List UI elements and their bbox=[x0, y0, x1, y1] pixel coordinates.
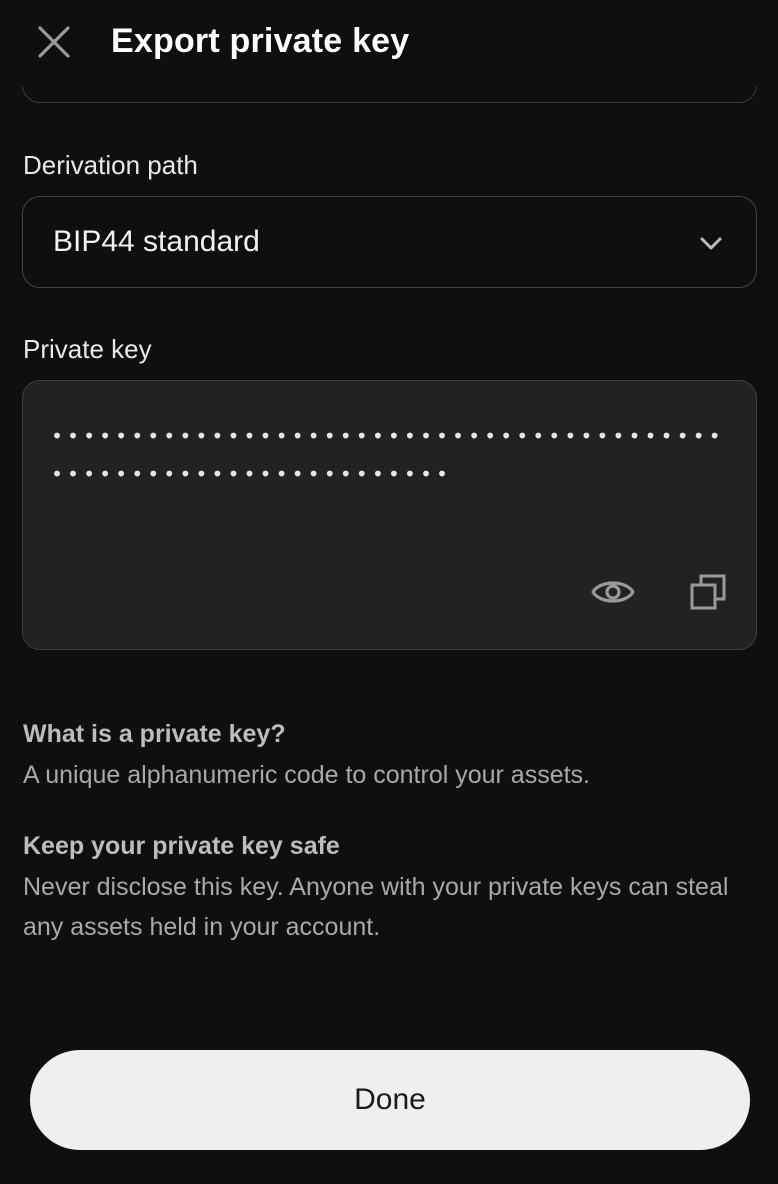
eye-icon bbox=[591, 581, 635, 603]
what-is-private-key-text: A unique alphanumeric code to control yo… bbox=[23, 761, 591, 789]
chevron-down-icon bbox=[700, 237, 722, 250]
copy-key-button[interactable] bbox=[685, 569, 731, 615]
export-private-key-screen: Export private key Derivation path BIP44… bbox=[0, 0, 778, 1184]
done-button-label: Done bbox=[354, 1083, 426, 1116]
derivation-path-select[interactable]: BIP44 standard bbox=[22, 196, 757, 288]
private-key-box[interactable]: ••••••••••••••••••••••••••••••••••••••••… bbox=[22, 380, 757, 650]
reveal-key-button[interactable] bbox=[587, 571, 639, 613]
copy-icon bbox=[690, 574, 726, 610]
derivation-path-value: BIP44 standard bbox=[53, 225, 260, 258]
private-key-label: Private key bbox=[23, 334, 152, 364]
derivation-path-label: Derivation path bbox=[23, 150, 198, 180]
keep-key-safe-text: Never disclose this key. Anyone with you… bbox=[23, 873, 729, 941]
what-is-private-key-heading: What is a private key? bbox=[23, 720, 286, 748]
page-title: Export private key bbox=[111, 22, 410, 60]
header: Export private key bbox=[0, 0, 778, 86]
close-icon bbox=[38, 26, 70, 58]
done-button[interactable]: Done bbox=[30, 1050, 750, 1150]
close-button[interactable] bbox=[30, 20, 78, 64]
keep-key-safe-heading: Keep your private key safe bbox=[23, 832, 340, 860]
private-key-masked-value: ••••••••••••••••••••••••••••••••••••••••… bbox=[51, 424, 725, 486]
